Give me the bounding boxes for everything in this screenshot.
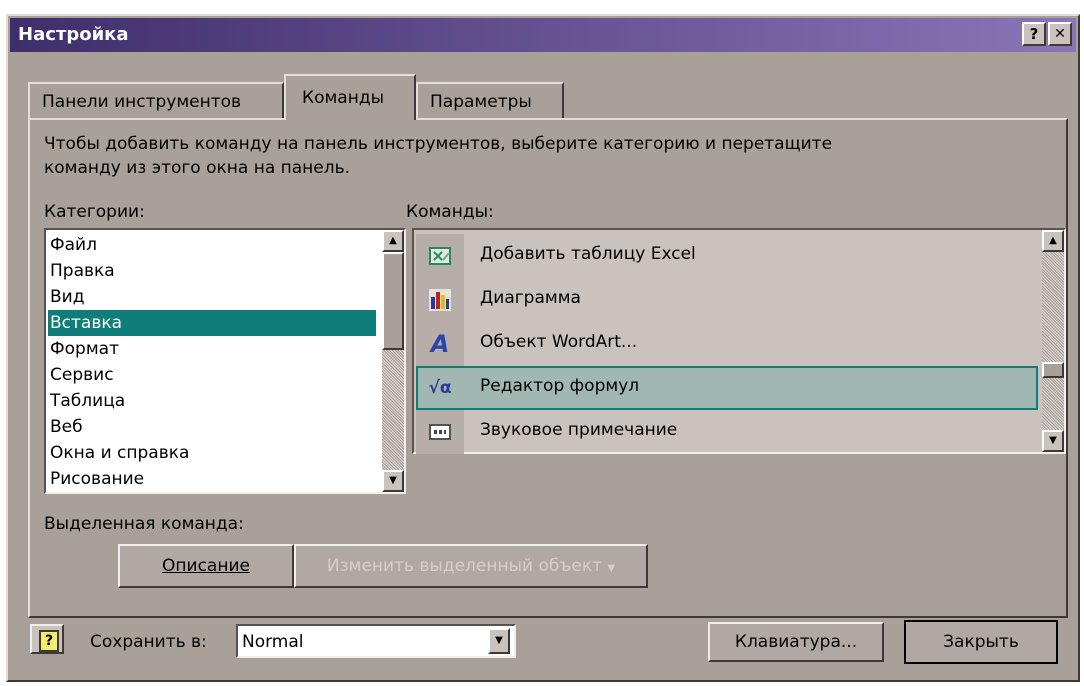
tab-toolbars-label: Панели инструментов (42, 92, 242, 112)
list-item[interactable]: Вид (48, 284, 376, 310)
command-label: Диаграмма (480, 288, 581, 308)
command-item-selected[interactable]: √α Редактор формул (416, 366, 1038, 410)
scroll-up-icon[interactable]: ▲ (382, 230, 404, 252)
help-button[interactable]: ? (1022, 22, 1046, 46)
customize-dialog: Настройка ? ✕ Панели инструментов Команд… (6, 14, 1080, 682)
keyboard-button-label: Клавиатура... (734, 632, 858, 652)
command-label: Звуковое примечание (480, 420, 678, 440)
command-item[interactable]: A Объект WordArt... (416, 322, 1038, 366)
command-label: Редактор формул (480, 376, 640, 396)
commands-label: Команды: (406, 202, 494, 222)
save-in-label: Сохранить в: (90, 632, 207, 652)
wordart-icon: A (430, 330, 450, 358)
modify-selection-label: Изменить выделенный объект (326, 556, 603, 576)
chart-icon (428, 288, 452, 312)
list-item[interactable]: Веб (48, 414, 376, 440)
description-button[interactable]: Описание (118, 544, 294, 588)
scroll-down-icon[interactable]: ▼ (382, 470, 404, 492)
scroll-up-icon[interactable]: ▲ (1042, 230, 1064, 252)
command-item[interactable]: Диаграмма (416, 278, 1038, 322)
command-label: Добавить таблицу Excel (480, 244, 696, 264)
list-item[interactable]: Формат (48, 336, 376, 362)
instruction-line-2: команду из этого окна на панель. (44, 158, 351, 178)
list-item[interactable]: Правка (48, 258, 376, 284)
close-icon[interactable]: ✕ (1048, 22, 1072, 46)
description-button-label: Описание (162, 556, 250, 576)
list-item[interactable]: Файл (48, 232, 376, 258)
command-item[interactable]: Добавить таблицу Excel (416, 234, 1038, 278)
tab-commands[interactable]: Команды (284, 74, 416, 120)
list-item[interactable]: Таблица (48, 388, 376, 414)
equation-editor-icon: √α (428, 378, 452, 398)
sound-note-icon (428, 420, 452, 444)
window-title: Настройка (18, 24, 129, 45)
close-button-label: Закрыть (943, 632, 1019, 652)
chevron-down-icon[interactable]: ▼ (488, 628, 510, 654)
commands-scrollbar[interactable]: ▲ ▼ (1042, 230, 1064, 452)
tab-commands-label: Команды (302, 88, 385, 108)
keyboard-button[interactable]: Клавиатура... (708, 622, 884, 662)
tab-panel: Чтобы добавить команду на панель инструм… (28, 118, 1068, 618)
scroll-thumb[interactable] (1042, 362, 1064, 378)
save-in-select[interactable]: Normal ▼ (236, 624, 516, 658)
categories-label: Категории: (44, 202, 145, 222)
command-item[interactable]: Звуковое примечание (416, 410, 1038, 454)
close-button[interactable]: Закрыть (904, 620, 1058, 664)
categories-list[interactable]: Файл Правка Вид Вставка Формат Сервис Та… (44, 228, 406, 494)
tab-options[interactable]: Параметры (416, 82, 564, 118)
tab-toolbars[interactable]: Панели инструментов (28, 82, 284, 118)
modify-selection-button: Изменить выделенный объект ▼ (294, 544, 648, 588)
scroll-down-icon[interactable]: ▼ (1042, 430, 1064, 452)
list-item[interactable]: Окна и справка (48, 440, 376, 466)
title-bar[interactable]: Настройка ? ✕ (10, 18, 1076, 52)
selected-command-label: Выделенная команда: (44, 514, 244, 534)
list-item-selected[interactable]: Вставка (48, 310, 376, 336)
list-item[interactable]: Сервис (48, 362, 376, 388)
instruction-line-1: Чтобы добавить команду на панель инструм… (44, 134, 833, 154)
dropdown-arrow-icon: ▼ (607, 563, 616, 574)
help-icon[interactable]: ? (30, 624, 64, 654)
save-in-value: Normal (242, 632, 304, 652)
tab-options-label: Параметры (430, 92, 532, 112)
list-item[interactable]: Рисование (48, 466, 376, 492)
scroll-thumb[interactable] (382, 252, 404, 350)
command-label: Объект WordArt... (480, 332, 638, 352)
excel-table-icon (428, 244, 452, 268)
categories-scrollbar[interactable]: ▲ ▼ (382, 230, 404, 492)
commands-list[interactable]: Добавить таблицу Excel Диаграмма A Объек… (412, 228, 1066, 454)
